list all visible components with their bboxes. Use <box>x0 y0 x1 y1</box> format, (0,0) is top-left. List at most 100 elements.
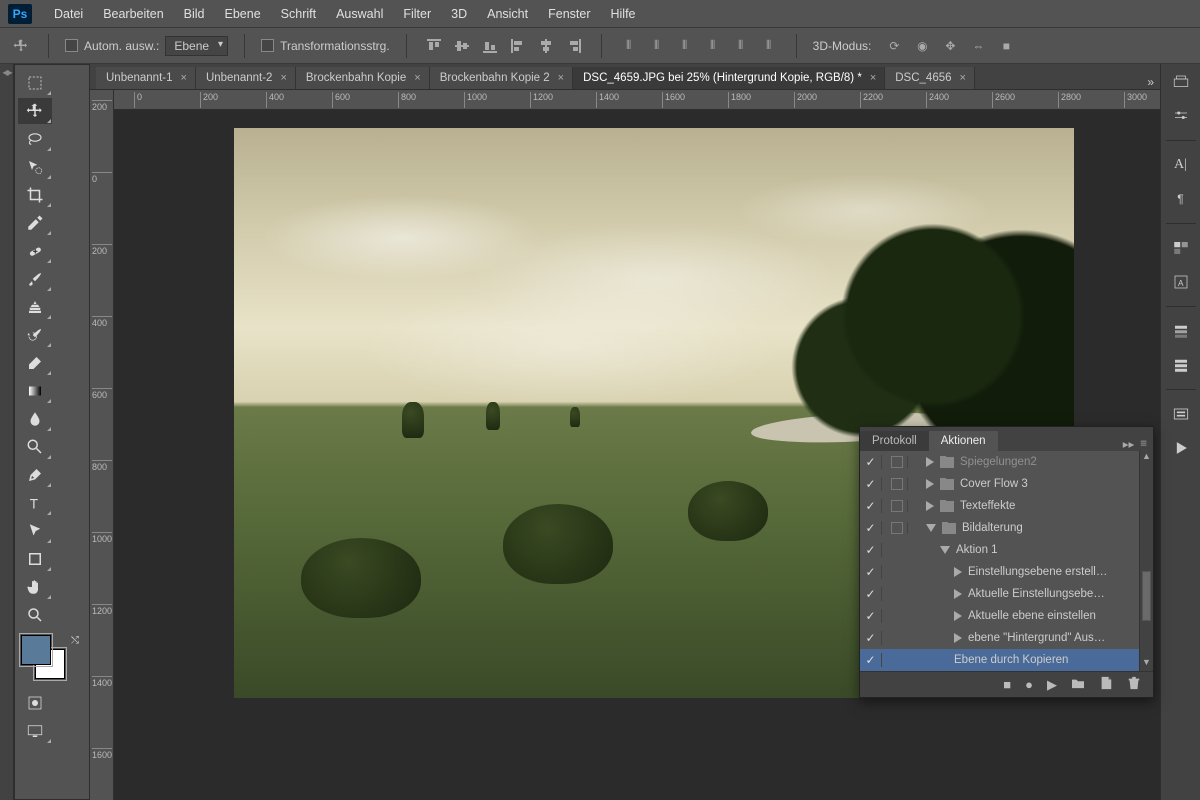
menu-auswahl[interactable]: Auswahl <box>326 3 393 25</box>
lasso-tool[interactable] <box>18 126 52 152</box>
action-toggle-checkbox[interactable]: ✓ <box>865 455 875 469</box>
action-row[interactable]: ✓Ebene durch Kopieren <box>860 649 1153 671</box>
crop-tool[interactable] <box>18 182 52 208</box>
screenmode-tool[interactable] <box>18 718 52 744</box>
tabs-overflow-icon[interactable]: » <box>1141 75 1160 89</box>
menu-schrift[interactable]: Schrift <box>271 3 326 25</box>
action-dialog-toggle[interactable] <box>891 522 903 534</box>
new-action-button[interactable] <box>1099 676 1113 693</box>
close-icon[interactable]: × <box>558 72 564 84</box>
menu-ebene[interactable]: Ebene <box>215 3 271 25</box>
play-panel-icon[interactable] <box>1167 436 1195 460</box>
align-hcenter-icon[interactable] <box>535 35 557 57</box>
action-row[interactable]: ✓Cover Flow 3 <box>860 473 1153 495</box>
action-toggle-checkbox[interactable]: ✓ <box>865 521 875 535</box>
close-icon[interactable]: × <box>414 72 420 84</box>
left-collapse-gutter[interactable] <box>0 64 14 800</box>
document-tab[interactable]: Unbenannt-1× <box>96 67 196 89</box>
disclosure-right-icon[interactable] <box>926 479 934 489</box>
dodge-tool[interactable] <box>18 434 52 460</box>
path-selection-tool[interactable] <box>18 518 52 544</box>
align-bottom-icon[interactable] <box>479 35 501 57</box>
distribute-top-icon[interactable]: ⫴ <box>618 35 640 57</box>
zoom-tool[interactable] <box>18 602 52 628</box>
3d-slide-icon[interactable]: ⇔ <box>967 35 989 57</box>
action-toggle-checkbox[interactable]: ✓ <box>865 631 875 645</box>
action-row[interactable]: ✓Texteffekte <box>860 495 1153 517</box>
scroll-up-icon[interactable]: ▲ <box>1140 451 1153 465</box>
eyedropper-tool[interactable] <box>18 210 52 236</box>
action-row[interactable]: ✓Spiegelungen2 <box>860 451 1153 473</box>
action-row[interactable]: ✓Bildalterung <box>860 517 1153 539</box>
menu-fenster[interactable]: Fenster <box>538 3 600 25</box>
swap-colors-icon[interactable]: ⤭ <box>71 635 79 646</box>
scroll-down-icon[interactable]: ▼ <box>1140 657 1153 671</box>
action-toggle-checkbox[interactable]: ✓ <box>865 587 875 601</box>
align-top-icon[interactable] <box>423 35 445 57</box>
menu-datei[interactable]: Datei <box>44 3 93 25</box>
auto-select-target-dropdown[interactable]: Ebene <box>165 36 228 56</box>
close-icon[interactable]: × <box>870 72 876 84</box>
quick-selection-tool[interactable] <box>18 154 52 180</box>
healing-brush-tool[interactable]: ✚ <box>18 238 52 264</box>
document-tab[interactable]: DSC_4659.JPG bei 25% (Hintergrund Kopie,… <box>573 67 885 89</box>
channels-panel-icon[interactable] <box>1167 353 1195 377</box>
menu-filter[interactable]: Filter <box>393 3 441 25</box>
transform-controls-checkbox[interactable] <box>261 39 274 52</box>
distribute-vcenter-icon[interactable]: ⫴ <box>646 35 668 57</box>
color-swatches[interactable]: ⤭ <box>21 635 87 681</box>
document-tab[interactable]: DSC_4656× <box>885 67 975 89</box>
disclosure-right-icon[interactable] <box>926 457 934 467</box>
paragraph-panel-icon[interactable]: ¶ <box>1167 187 1195 211</box>
3d-pan-icon[interactable]: ✥ <box>939 35 961 57</box>
action-row[interactable]: ✓Einstellungsebene erstell… <box>860 561 1153 583</box>
type-tool[interactable]: T <box>18 490 52 516</box>
gradient-tool[interactable] <box>18 378 52 404</box>
3d-zoom-icon[interactable]: ■ <box>995 35 1017 57</box>
history-brush-tool[interactable] <box>18 322 52 348</box>
disclosure-right-icon[interactable] <box>926 501 934 511</box>
eraser-tool[interactable] <box>18 350 52 376</box>
action-row[interactable]: ✓Aktuelle Einstellungsebe… <box>860 583 1153 605</box>
play-button[interactable]: ▶ <box>1047 677 1057 693</box>
actions-panel[interactable]: Protokoll Aktionen ▸▸ ≡ ✓Spiegelungen2✓C… <box>859 426 1154 698</box>
panel-menu-icon[interactable]: ≡ <box>1140 438 1147 450</box>
vertical-ruler[interactable]: 20002004006008001000120014001600 <box>90 90 114 800</box>
panel-collapse-icon[interactable]: ▸▸ <box>1123 437 1135 451</box>
close-icon[interactable]: × <box>280 72 286 84</box>
document-tab[interactable]: Brockenbahn Kopie× <box>296 67 430 89</box>
brush-tool[interactable] <box>18 266 52 292</box>
quickmask-tool[interactable] <box>18 690 52 716</box>
disclosure-down-icon[interactable] <box>926 524 936 532</box>
align-vcenter-icon[interactable] <box>451 35 473 57</box>
close-icon[interactable]: × <box>960 72 966 84</box>
tab-aktionen[interactable]: Aktionen <box>929 431 998 451</box>
action-toggle-checkbox[interactable]: ✓ <box>865 653 875 667</box>
styles-panel-icon[interactable]: A <box>1167 270 1195 294</box>
tab-protokoll[interactable]: Protokoll <box>860 431 929 451</box>
blur-tool[interactable] <box>18 406 52 432</box>
distribute-right-icon[interactable]: ⦀ <box>758 35 780 57</box>
action-dialog-toggle[interactable] <box>891 478 903 490</box>
menu-3d[interactable]: 3D <box>441 3 477 25</box>
pen-tool[interactable] <box>18 462 52 488</box>
document-tab[interactable]: Brockenbahn Kopie 2× <box>430 67 573 89</box>
marquee-tool[interactable] <box>18 70 52 96</box>
character-panel-icon[interactable]: A| <box>1167 153 1195 177</box>
swatches-panel-icon[interactable] <box>1167 236 1195 260</box>
actions-scrollbar[interactable]: ▲ ▼ <box>1139 451 1153 671</box>
scroll-thumb[interactable] <box>1142 571 1151 621</box>
action-dialog-toggle[interactable] <box>891 456 903 468</box>
action-toggle-checkbox[interactable]: ✓ <box>865 609 875 623</box>
record-button[interactable]: ● <box>1025 677 1033 692</box>
3d-orbit-icon[interactable]: ⟳ <box>883 35 905 57</box>
action-row[interactable]: ✓ebene "Hintergrund" Aus… <box>860 627 1153 649</box>
align-left-icon[interactable] <box>507 35 529 57</box>
disclosure-down-icon[interactable] <box>940 546 950 554</box>
menu-bearbeiten[interactable]: Bearbeiten <box>93 3 173 25</box>
action-row[interactable]: ✓Aktuelle ebene einstellen <box>860 605 1153 627</box>
disclosure-right-icon[interactable] <box>954 567 962 577</box>
horizontal-ruler[interactable]: 0200400600800100012001400160018002000220… <box>114 90 1160 110</box>
menu-hilfe[interactable]: Hilfe <box>601 3 646 25</box>
new-set-button[interactable] <box>1071 677 1085 692</box>
